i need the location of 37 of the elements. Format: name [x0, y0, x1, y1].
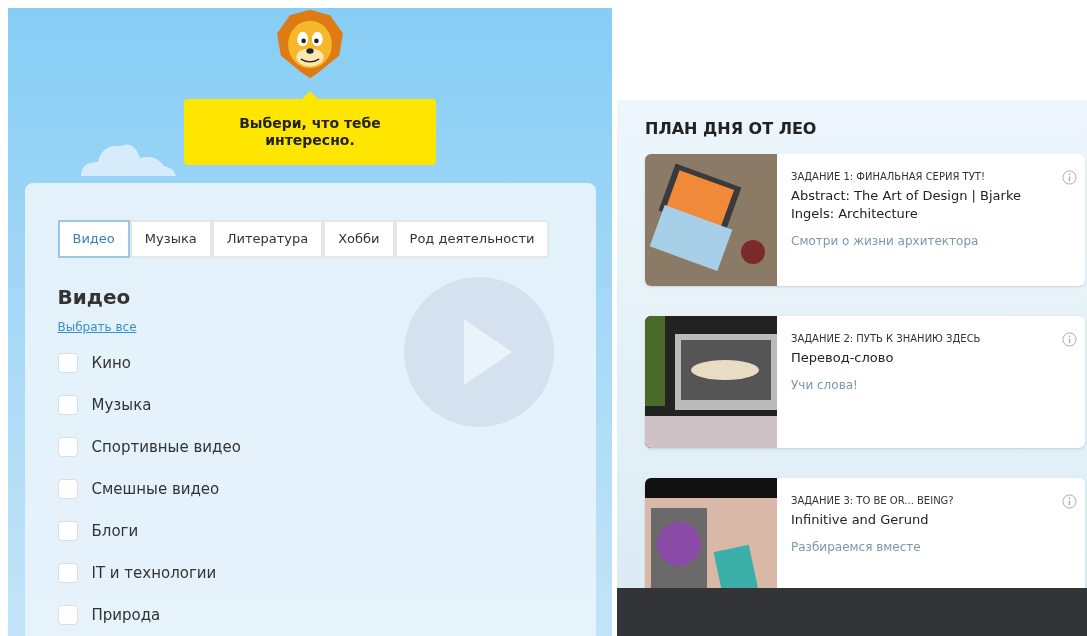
option-label: Спортивные видео — [91, 436, 241, 458]
task-card[interactable]: ЗАДАНИЕ 2: ПУТЬ К ЗНАНИЮ ЗДЕСЬ Перевод-слово Учи слова! — [645, 316, 1085, 448]
option-label: Кино — [91, 352, 131, 374]
task-subtitle: Разбираемся вместе — [791, 539, 922, 556]
task-card[interactable]: ЗАДАНИЕ 1: ФИНАЛЬНАЯ СЕРИЯ ТУТ! Abstract: The Art of Design | Bjarke Ingels: Architecture Смотри о жизни архитектора — [645, 154, 1085, 286]
task-subtitle: Смотри о жизни архитектора — [791, 233, 980, 250]
task-label: ЗАДАНИЕ 3: TO BE OR... BEING? — [791, 494, 955, 508]
category-tab[interactable]: Хобби — [323, 220, 395, 258]
info-icon[interactable] — [1062, 332, 1077, 347]
speech-bubble: Выбери, что тебе интересно. — [184, 99, 436, 165]
category-tab[interactable]: Род деятельности — [394, 220, 550, 258]
option-label: Блоги — [91, 520, 139, 542]
section-heading: Видео — [57, 284, 132, 311]
option-label: Смешные видео — [91, 478, 220, 500]
checkbox[interactable] — [57, 605, 78, 625]
option-label: Музыка — [91, 394, 152, 416]
option-label: Природа — [91, 604, 161, 626]
info-icon[interactable] — [1062, 170, 1077, 185]
checkbox[interactable] — [57, 395, 78, 415]
task-title: Перевод-слово — [791, 349, 895, 367]
category-tab[interactable]: Видео — [57, 220, 130, 258]
checkbox[interactable] — [57, 563, 78, 583]
task-card[interactable]: ЗАДАНИЕ 3: TO BE OR... BEING? Infinitive and Gerund Разбираемся вместе — [645, 478, 1085, 588]
task-label: ЗАДАНИЕ 2: ПУТЬ К ЗНАНИЮ ЗДЕСЬ — [791, 332, 982, 346]
checkbox[interactable] — [57, 353, 78, 373]
option-label: IT и технологии — [91, 562, 217, 584]
checkbox[interactable] — [57, 479, 78, 499]
info-icon[interactable] — [1062, 494, 1077, 509]
checkbox[interactable] — [57, 437, 78, 457]
section-title: ПЛАН ДНЯ ОТ ЛЕО — [645, 118, 818, 140]
task-title: Abstract: The Art of Design | Bjarke Ingels: Architecture — [791, 187, 1022, 223]
task-title: Infinitive and Gerund — [791, 511, 930, 529]
task-subtitle: Учи слова! — [791, 377, 859, 394]
task-label: ЗАДАНИЕ 1: ФИНАЛЬНАЯ СЕРИЯ ТУТ! — [791, 170, 986, 184]
category-tab[interactable]: Литература — [211, 220, 324, 258]
category-tab[interactable]: Музыка — [129, 220, 212, 258]
checkbox[interactable] — [57, 521, 78, 541]
